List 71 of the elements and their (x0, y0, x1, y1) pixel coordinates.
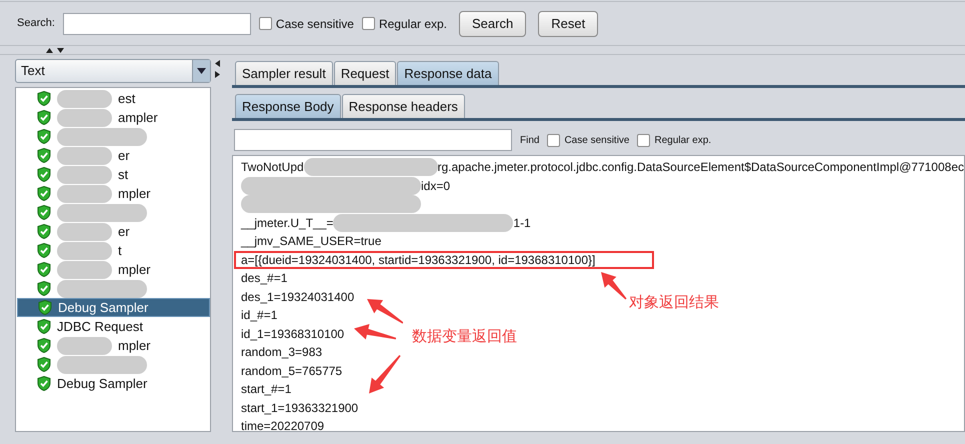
response-line: id_1=19368310100 (241, 326, 344, 343)
tree-item[interactable]: ampler (17, 108, 210, 127)
toolbar-button[interactable]: Search (459, 10, 526, 36)
response-line: a=[{dueid=19324031400, startid=19363321900, id=19368310100}] (241, 252, 596, 269)
find-label: Find (520, 134, 540, 148)
checkbox-label: Regular exp. (654, 134, 712, 148)
tree-item[interactable]: st (17, 165, 210, 184)
shield-check-icon (37, 281, 51, 296)
response-line: start_#=1 (241, 381, 292, 398)
checkbox[interactable] (637, 134, 650, 146)
response-line: time=20220709 (241, 418, 324, 431)
shield-check-icon (37, 205, 51, 220)
shield-check-icon (37, 129, 51, 144)
response-line: des_1=19324031400 (241, 288, 354, 306)
annotation-arrow (601, 272, 627, 300)
shield-check-icon (37, 186, 51, 201)
shield-check-icon (37, 357, 51, 372)
tree-item[interactable]: Debug Sampler (17, 298, 210, 317)
checkbox-label: Case sensitive (564, 134, 630, 148)
tree-item[interactable]: mpler (17, 260, 210, 279)
toolbar-button[interactable]: Reset (538, 10, 598, 36)
checkbox[interactable] (258, 17, 272, 30)
response-line: __jmeter.U_T__= (241, 214, 334, 232)
shield-check-icon (37, 110, 51, 125)
response-line: rg.apache.jmeter.protocol.jdbc.config.DataSourceElement$DataSourceComponentImpl@771008ec (438, 159, 964, 176)
tree-item[interactable]: er (17, 222, 210, 241)
response-line: idx=0 (421, 178, 450, 195)
response-line: id_#=1 (241, 307, 278, 324)
response-line: random_3=983 (241, 344, 322, 362)
response-line: TwoNotUpd (241, 159, 304, 176)
shield-check-icon (37, 91, 51, 106)
shield-check-icon (37, 262, 51, 277)
renderer-dropdown[interactable]: Text (15, 59, 211, 83)
shield-check-icon (37, 319, 51, 334)
checkbox-label: Case sensitive (276, 16, 354, 32)
tree-item[interactable]: est (17, 89, 210, 108)
shield-check-icon (37, 376, 51, 391)
tree-item[interactable]: er (17, 146, 210, 165)
tree-item[interactable]: mpler (17, 184, 210, 203)
checkbox-label: Regular exp. (378, 16, 448, 32)
annotation-text: 对象返回结果 (629, 293, 719, 313)
checkbox[interactable] (362, 17, 375, 30)
shield-check-icon (37, 148, 51, 163)
shield-check-icon (37, 243, 51, 258)
response-line: random_5=765775 (241, 362, 342, 380)
response-line: start_1=19363321900 (241, 400, 358, 417)
tab[interactable]: Response Body (235, 94, 341, 118)
shield-check-icon (38, 300, 52, 315)
collapse-arrows-icon[interactable] (46, 48, 64, 52)
tree-item[interactable]: Debug Sampler (17, 374, 210, 393)
split-arrows-icon[interactable] (215, 60, 220, 78)
search-field[interactable] (62, 12, 251, 34)
search-label: Search: (17, 16, 55, 32)
tab[interactable]: Request (334, 61, 396, 85)
checkbox[interactable] (547, 134, 560, 146)
tree-item[interactable]: JDBC Request (17, 317, 210, 336)
tree-item[interactable]: mpler (17, 336, 210, 355)
tab[interactable]: Sampler result (235, 61, 333, 85)
response-line: 1-1 (513, 214, 531, 232)
dropdown-arrow-icon (197, 68, 206, 74)
shield-check-icon (37, 224, 51, 239)
tab[interactable]: Response headers (342, 94, 465, 118)
annotation-text: 数据变量返回值 (412, 327, 517, 347)
response-line: __jmv_SAME_USER=true (241, 233, 382, 250)
shield-check-icon (37, 167, 51, 182)
tab[interactable]: Response data (397, 61, 499, 85)
shield-check-icon (37, 338, 51, 353)
tree-item[interactable]: t (17, 241, 210, 260)
annotation-arrow (369, 355, 401, 394)
response-line: des_#=1 (241, 270, 288, 288)
find-field[interactable] (234, 129, 512, 151)
